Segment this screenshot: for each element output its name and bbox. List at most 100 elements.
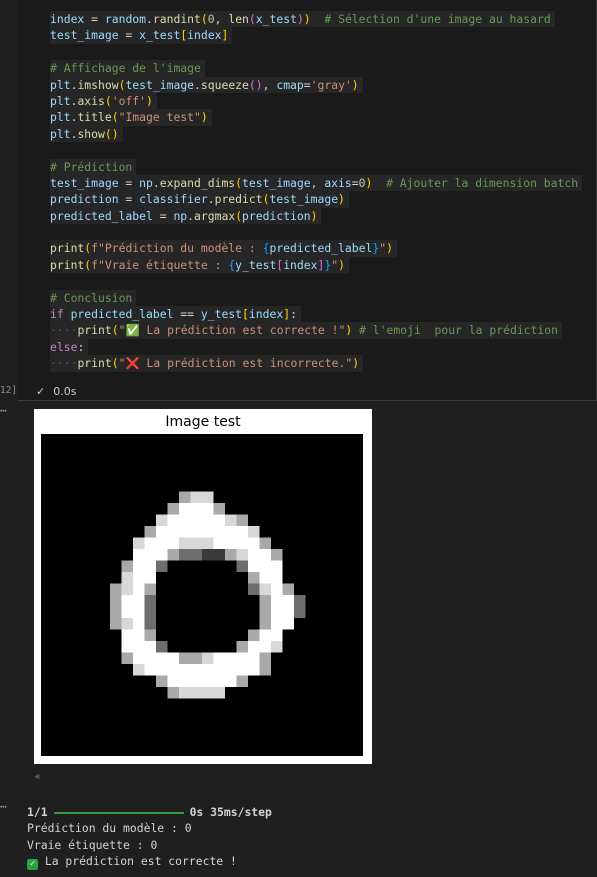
digit-pixel	[144, 618, 156, 630]
digit-pixel	[213, 514, 225, 526]
code-line[interactable]: plt.title("Image test")	[50, 109, 582, 126]
digit-pixel	[236, 641, 248, 653]
digit-pixel	[259, 537, 271, 549]
execution-count: 12]	[0, 385, 18, 396]
progress-line: 1/1 0s 35ms/step	[27, 804, 272, 820]
code-cell[interactable]: index = random.randint(0, len(x_test)) #…	[18, 0, 597, 401]
code-line[interactable]	[50, 44, 582, 60]
code-line[interactable]: ····print("✅ La prédiction est correcte …	[50, 322, 582, 339]
code-line-content: plt.title("Image test")	[50, 109, 212, 126]
code-token: )	[338, 192, 345, 207]
output-menu-icon-2[interactable]: ⋯	[0, 800, 7, 813]
digit-pixel	[213, 549, 225, 561]
code-token: axis	[77, 93, 105, 108]
code-line[interactable]: predicted_label = np.argmax(prediction)	[50, 207, 582, 225]
scroll-left-icon[interactable]: ◀	[34, 772, 39, 782]
code-token: 'off'	[111, 93, 147, 108]
code-token: test_image	[242, 175, 311, 190]
digit-pixel	[259, 560, 271, 572]
code-token: predicted_label	[70, 307, 174, 322]
digit-pixel	[144, 549, 156, 561]
digit-pixel	[156, 641, 168, 653]
digit-pixel	[202, 537, 214, 549]
digit-pixel	[179, 687, 191, 699]
code-line[interactable]: print(f"Prédiction du modèle : {predicte…	[50, 240, 582, 257]
code-line[interactable]: if predicted_label == y_test[index]:	[50, 306, 582, 323]
code-line[interactable]	[50, 224, 582, 240]
code-line[interactable]: test_image = np.expand_dims(test_image, …	[50, 174, 583, 192]
code-line[interactable]: # Affichage de l'image	[50, 60, 582, 77]
code-token: plt	[50, 126, 71, 141]
code-line[interactable]: plt.imshow(test_image.squeeze(), cmap='g…	[50, 76, 582, 93]
code-line[interactable]: index = random.randint(0, len(x_test)) #…	[50, 11, 582, 28]
code-line[interactable]: else:	[50, 338, 582, 356]
digit-pixel	[133, 560, 145, 572]
digit-pixel	[259, 595, 271, 607]
code-line[interactable]: # Prédiction	[50, 158, 582, 175]
digit-pixel	[144, 629, 156, 641]
output-menu-icon[interactable]: ⋯	[0, 404, 7, 417]
code-token: )	[200, 110, 208, 125]
code-token: squeeze	[200, 77, 249, 92]
code-token: .	[152, 175, 160, 190]
code-token: prediction	[50, 192, 119, 207]
digit-pixel	[156, 652, 168, 664]
code-line[interactable]: plt.show()	[50, 125, 582, 143]
digit-pixel	[236, 549, 248, 561]
digit-pixel	[259, 618, 271, 630]
digit-pixel	[167, 675, 179, 687]
code-editor[interactable]: index = random.randint(0, len(x_test)) #…	[50, 11, 583, 372]
progress-time: 0s 35ms/step	[189, 805, 272, 819]
digit-pixel	[259, 664, 271, 676]
code-line[interactable]: print(f"Vraie étiquette : {y_test[index]…	[50, 256, 582, 274]
digit-pixel	[236, 664, 248, 676]
digit-pixel	[282, 583, 294, 595]
code-token: "Image test"	[118, 110, 201, 125]
digit-pixel	[271, 572, 283, 584]
digit-pixel	[156, 526, 168, 538]
digit-pixel	[213, 687, 225, 699]
execution-time: 0.0s	[53, 385, 77, 398]
digit-pixel	[179, 514, 191, 526]
digit-pixel	[248, 572, 260, 584]
digit-pixel	[248, 652, 260, 664]
digit-pixel	[202, 503, 214, 515]
digit-pixel	[190, 526, 202, 538]
digit-pixel	[236, 675, 248, 687]
code-line[interactable]	[50, 273, 582, 289]
digit-pixel	[167, 526, 179, 538]
code-line[interactable]: # Conclusion	[50, 289, 582, 307]
code-token: # l'emoji pour la prédiction	[359, 323, 558, 338]
digit-pixel	[110, 618, 122, 630]
code-token: (	[104, 93, 112, 108]
code-token: =	[118, 28, 140, 43]
code-token: len	[228, 12, 249, 26]
digit-pixel	[282, 618, 294, 630]
code-line-content: ····print("❌ La prédiction est incorrect…	[50, 355, 364, 372]
digit-pixel	[294, 595, 306, 607]
digit-pixel	[156, 514, 168, 526]
digit-pixel	[121, 595, 133, 607]
code-token: plt	[50, 110, 71, 125]
code-token: =	[351, 175, 359, 190]
code-line[interactable]: prediction = classifier.predict(test_ima…	[50, 191, 582, 208]
code-token: test_image	[125, 77, 195, 92]
digit-pixel	[121, 560, 133, 572]
code-token: argmax	[194, 208, 236, 223]
digit-pixel	[190, 664, 202, 676]
code-token: if	[50, 307, 64, 322]
code-line[interactable]: ····print("❌ La prédiction est incorrect…	[50, 355, 582, 372]
digit-pixel	[121, 572, 133, 584]
code-line[interactable]: plt.axis('off')	[50, 92, 582, 110]
code-line[interactable]: test_image = x_test[index]	[50, 27, 582, 44]
digit-pixel	[167, 687, 179, 699]
digit-pixel	[144, 641, 156, 653]
digit-pixel	[156, 664, 168, 676]
code-token: cmap	[276, 77, 304, 92]
code-line[interactable]	[50, 142, 582, 158]
digit-pixel	[236, 537, 248, 549]
digit-pixel	[259, 572, 271, 584]
digit-pixel	[213, 537, 225, 549]
code-token: print	[50, 241, 85, 256]
